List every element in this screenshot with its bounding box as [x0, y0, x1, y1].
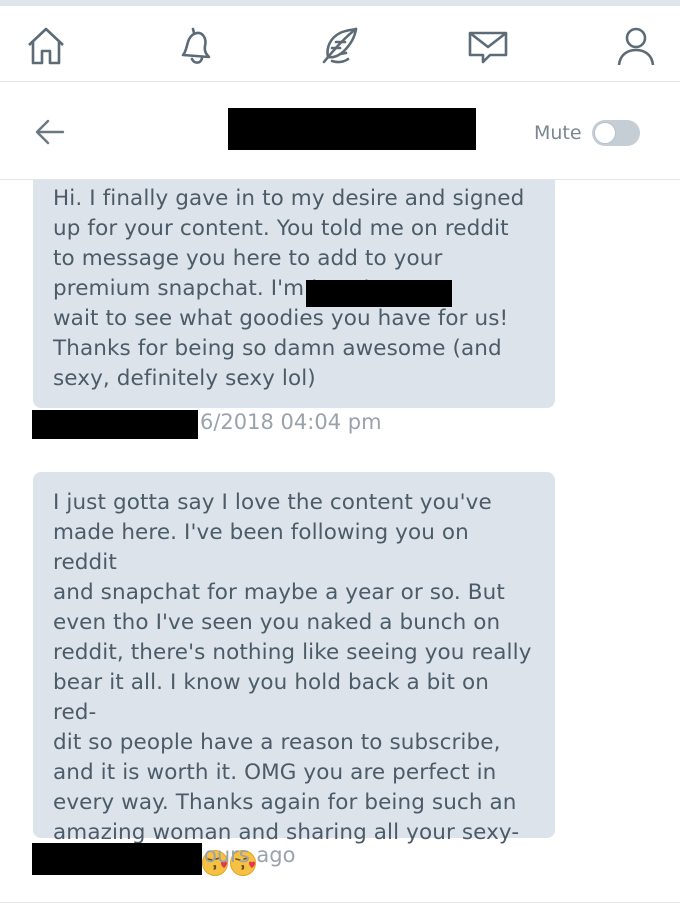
- bell-icon[interactable]: [174, 24, 218, 68]
- redacted-username: [228, 108, 476, 150]
- top-nav-bar: [0, 0, 680, 82]
- mail-icon[interactable]: [466, 24, 510, 68]
- message-text: Hi. I finally gave in to my desire and s…: [53, 186, 525, 391]
- home-icon[interactable]: [24, 24, 68, 68]
- mute-toggle[interactable]: [591, 120, 640, 146]
- mute-control: Mute: [534, 118, 640, 148]
- back-arrow-icon[interactable]: [30, 112, 70, 152]
- message-timestamp: ours ago: [204, 843, 296, 867]
- message-bubble: I just gotta say I love the content you'…: [33, 472, 555, 876]
- message-text: I just gotta say I love the content you'…: [53, 488, 537, 878]
- feather-icon[interactable]: [318, 24, 362, 68]
- divider: [0, 902, 680, 903]
- message-thread[interactable]: Hi. I finally gave in to my desire and s…: [0, 180, 680, 909]
- redacted-sender: [32, 410, 198, 439]
- user-icon[interactable]: [614, 24, 658, 68]
- mute-label: Mute: [534, 122, 582, 144]
- redacted-text: [306, 280, 452, 307]
- toggle-knob: [593, 122, 616, 144]
- message-bubble: Hi. I finally gave in to my desire and s…: [33, 180, 555, 408]
- message-timestamp: 6/2018 04:04 pm: [200, 410, 382, 434]
- conversation-header: Mute: [0, 82, 680, 180]
- redacted-sender: [32, 843, 202, 875]
